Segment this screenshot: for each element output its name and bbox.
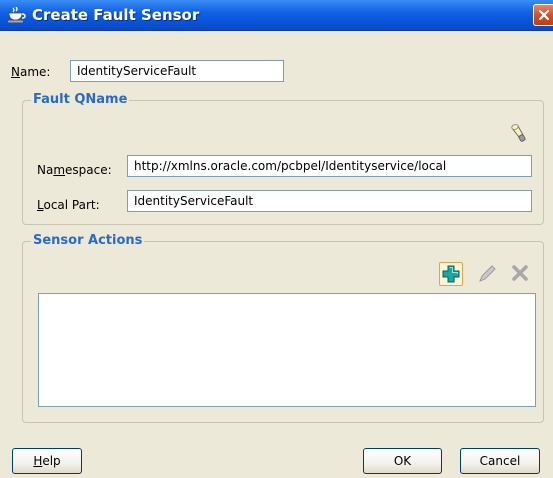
edit-button[interactable] [476,262,500,286]
help-button[interactable]: Help [12,448,82,474]
title-bar[interactable]: Create Fault Sensor [0,0,553,31]
sensor-actions-list[interactable] [38,293,536,407]
flashlight-icon[interactable] [507,122,531,146]
delete-icon [509,265,531,287]
sensor-actions-title: Sensor Actions [31,233,145,248]
cancel-button[interactable]: Cancel [460,448,540,474]
name-field[interactable]: IdentityServiceFault [70,60,284,82]
namespace-label: Namespace: [37,163,112,177]
add-button[interactable] [439,262,463,286]
edit-icon [476,265,498,287]
delete-button[interactable] [509,262,533,286]
add-icon [440,265,462,288]
local-part-label: Local Part: [37,198,100,212]
fault-qname-title: Fault QName [31,92,130,107]
close-button[interactable] [533,4,553,26]
namespace-field[interactable]: http://xmlns.oracle.com/pcbpel/Identitys… [127,155,532,177]
name-label: Name: [11,65,51,79]
local-part-field[interactable]: IdentityServiceFault [127,190,532,212]
ok-button[interactable]: OK [363,448,442,474]
window-title: Create Fault Sensor [32,6,200,24]
coffee-cup-icon [8,6,26,23]
